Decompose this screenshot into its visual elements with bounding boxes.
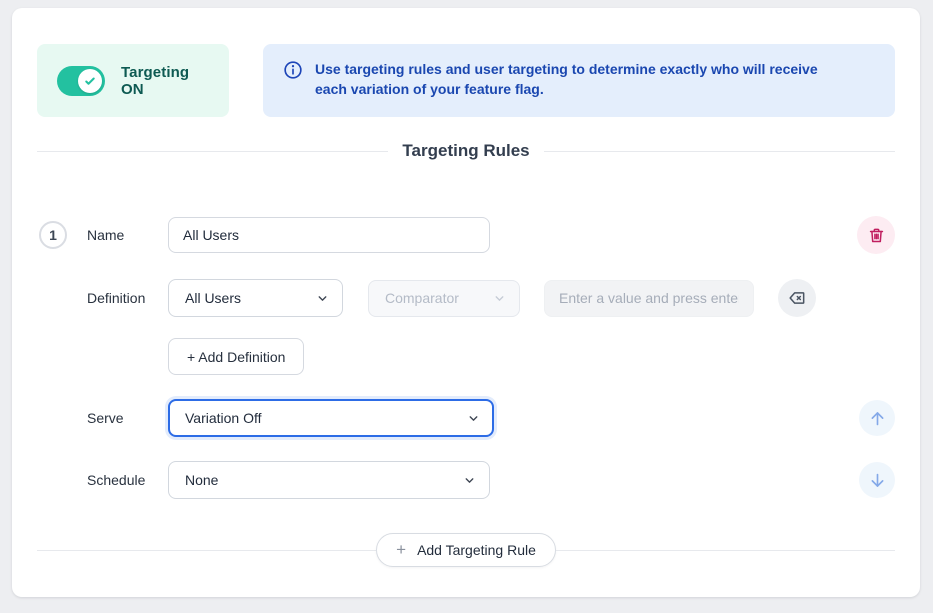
move-rule-up-button[interactable] <box>859 400 895 436</box>
trash-icon <box>867 226 886 245</box>
divider-line <box>37 151 388 152</box>
plus-icon: + <box>396 541 406 558</box>
add-rule-row: + Add Targeting Rule <box>37 533 895 567</box>
delete-rule-button[interactable] <box>857 216 895 254</box>
section-title: Targeting Rules <box>402 141 529 161</box>
arrow-up-icon <box>868 409 887 428</box>
comparator-select[interactable]: Comparator <box>368 280 520 317</box>
rule-serve-row: Serve Variation Off <box>37 399 895 437</box>
schedule-value: None <box>185 472 218 488</box>
serve-value: Variation Off <box>185 410 262 426</box>
targeting-rule: 1 Name Definition All Users Comparator <box>37 216 895 499</box>
clear-definition-button[interactable] <box>778 279 816 317</box>
chevron-down-icon <box>463 474 476 487</box>
chevron-down-icon <box>467 412 480 425</box>
definition-type-value: All Users <box>185 290 241 306</box>
chevron-down-icon <box>493 292 506 305</box>
name-label: Name <box>87 227 168 243</box>
add-targeting-rule-label: Add Targeting Rule <box>417 542 536 558</box>
targeting-toggle-container: Targeting ON <box>37 44 229 117</box>
chevron-down-icon <box>316 292 329 305</box>
add-definition-button[interactable]: + Add Definition <box>168 338 304 375</box>
targeting-status-label: Targeting ON <box>121 64 209 98</box>
definition-value-input[interactable] <box>544 280 754 317</box>
schedule-select[interactable]: None <box>168 461 490 499</box>
add-targeting-rule-button[interactable]: + Add Targeting Rule <box>376 533 556 567</box>
rule-number-badge: 1 <box>39 221 67 249</box>
page-background: Targeting ON Use targeting rules and use… <box>0 0 933 613</box>
comparator-placeholder: Comparator <box>385 290 459 306</box>
schedule-label: Schedule <box>87 472 168 488</box>
rule-name-input[interactable] <box>168 217 490 253</box>
toggle-knob <box>78 69 102 93</box>
rule-definition-row: Definition All Users Comparator <box>37 279 895 317</box>
rule-name-row: 1 Name <box>37 216 895 254</box>
info-banner-text: Use targeting rules and user targeting t… <box>315 59 849 99</box>
divider-line <box>544 151 895 152</box>
top-row: Targeting ON Use targeting rules and use… <box>37 44 895 117</box>
divider-line <box>556 550 895 551</box>
definition-label: Definition <box>87 290 168 306</box>
check-icon <box>84 75 96 87</box>
definition-type-select[interactable]: All Users <box>168 279 343 317</box>
info-banner: Use targeting rules and user targeting t… <box>263 44 895 117</box>
divider-line <box>37 550 376 551</box>
targeting-toggle[interactable] <box>57 66 105 96</box>
backspace-icon <box>787 288 807 308</box>
section-header: Targeting Rules <box>37 138 895 164</box>
add-definition-row: + Add Definition <box>37 338 895 375</box>
info-icon <box>283 60 303 80</box>
serve-select[interactable]: Variation Off <box>168 399 494 437</box>
serve-label: Serve <box>87 410 168 426</box>
move-rule-down-button[interactable] <box>859 462 895 498</box>
arrow-down-icon <box>868 471 887 490</box>
targeting-card: Targeting ON Use targeting rules and use… <box>12 8 920 597</box>
rule-schedule-row: Schedule None <box>37 461 895 499</box>
rule-number-column: 1 <box>39 221 69 249</box>
